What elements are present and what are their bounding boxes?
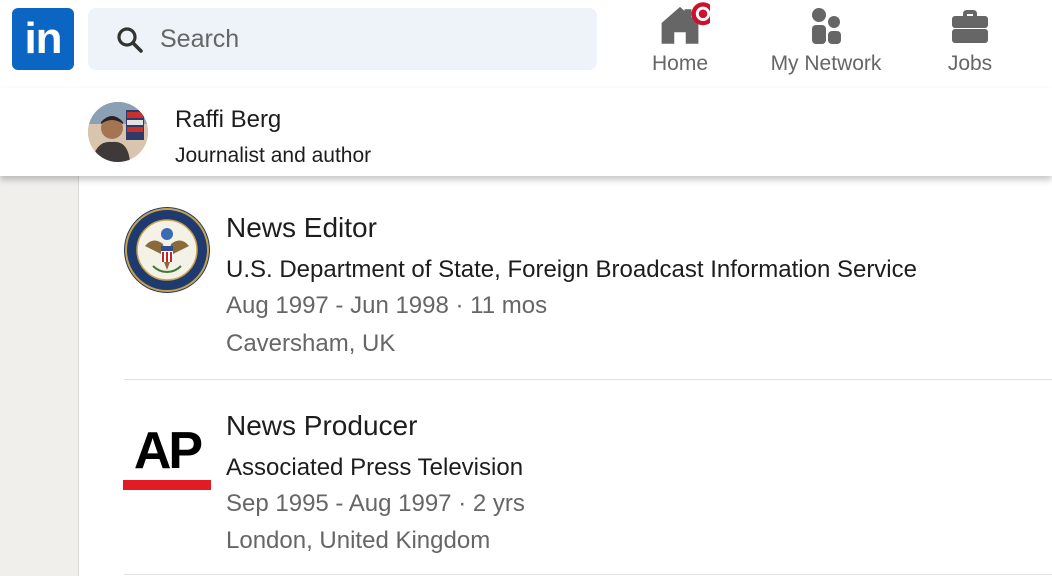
nav-jobs-label: Jobs [947, 52, 993, 75]
ap-logo-text: AP [134, 422, 202, 480]
experience-dates: Aug 1997 - Jun 1998 · 11 mos [226, 292, 548, 319]
profile-name: Raffi Berg [175, 106, 282, 133]
profile-headline: Journalist and author [175, 144, 372, 167]
top-nav: in Home My Network Jobs [0, 0, 1052, 89]
profile-sticky-header: Raffi Berg Journalist and author [0, 88, 1052, 176]
search-icon [117, 27, 143, 53]
home-icon [661, 2, 710, 44]
nav-jobs[interactable]: Jobs [930, 0, 1010, 88]
experience-role: News Editor [226, 212, 377, 243]
state-seal-icon [124, 207, 210, 293]
divider [124, 574, 1052, 575]
left-gutter [0, 176, 79, 576]
experience-location: London, United Kingdom [226, 527, 491, 554]
ap-logo[interactable]: AP [123, 416, 211, 504]
linkedin-logo[interactable]: in [12, 8, 74, 70]
avatar-image [88, 102, 148, 162]
experience-company: U.S. Department of State, Foreign Broadc… [226, 256, 917, 283]
search-bar[interactable] [88, 8, 597, 70]
experience-dates: Sep 1995 - Aug 1997 · 2 yrs [226, 490, 525, 517]
department-of-state-seal[interactable] [123, 206, 211, 294]
experience-location: Caversham, UK [226, 330, 396, 357]
nav-home[interactable]: Home [640, 0, 720, 88]
people-icon [812, 8, 841, 44]
nav-home-label: Home [651, 52, 709, 75]
ap-logo-icon: AP [123, 422, 211, 490]
experience-card: News Editor U.S. Department of State, Fo… [79, 176, 1052, 576]
experience-item[interactable]: News Editor U.S. Department of State, Fo… [79, 176, 1052, 380]
search-input[interactable] [160, 8, 580, 70]
experience-company: Associated Press Television [226, 454, 524, 481]
nav-my-network[interactable]: My Network [760, 0, 892, 88]
briefcase-icon [952, 10, 988, 43]
profile-avatar[interactable] [88, 102, 148, 162]
experience-item[interactable]: AP News Producer Associated Press Televi… [79, 380, 1052, 576]
nav-my-network-label: My Network [770, 52, 882, 75]
experience-role: News Producer [226, 410, 418, 441]
